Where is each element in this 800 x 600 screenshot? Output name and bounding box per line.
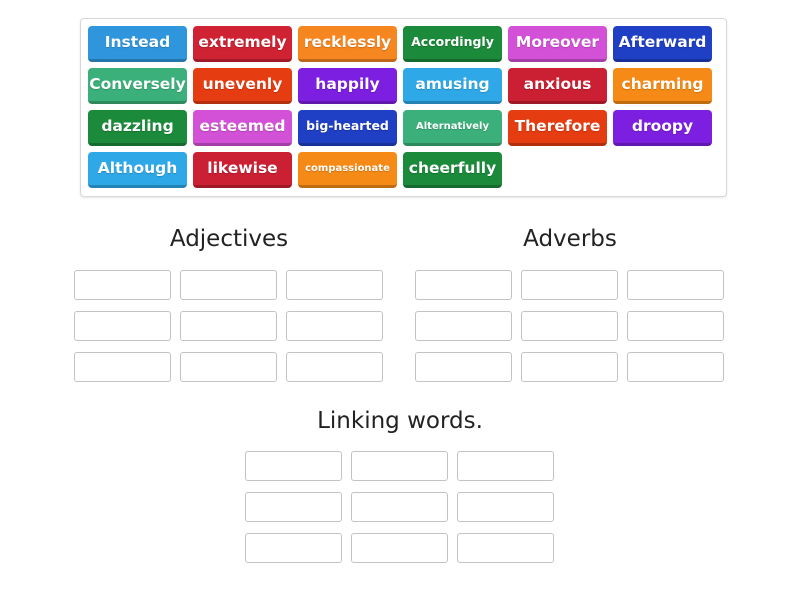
word-tile[interactable]: likewise bbox=[193, 152, 292, 188]
word-bank-row: Although likewise compassionate cheerful… bbox=[88, 152, 726, 194]
word-bank-row: Instead extremely recklessly Accordingly… bbox=[88, 26, 726, 68]
drop-zone[interactable] bbox=[74, 352, 171, 382]
drop-zone[interactable] bbox=[415, 352, 512, 382]
drop-zone[interactable] bbox=[245, 451, 342, 481]
drop-zone[interactable] bbox=[351, 451, 448, 481]
drop-zone[interactable] bbox=[286, 311, 383, 341]
drop-zone[interactable] bbox=[245, 533, 342, 563]
word-tile[interactable]: amusing bbox=[403, 68, 502, 104]
drop-zone[interactable] bbox=[521, 311, 618, 341]
word-tile[interactable]: unevenly bbox=[193, 68, 292, 104]
word-tile[interactable]: happily bbox=[298, 68, 397, 104]
word-tile[interactable]: recklessly bbox=[298, 26, 397, 62]
drop-zone[interactable] bbox=[286, 352, 383, 382]
word-tile[interactable]: Instead bbox=[88, 26, 187, 62]
drop-zone[interactable] bbox=[286, 270, 383, 300]
drop-zone-group-adjectives bbox=[74, 270, 383, 382]
word-tile[interactable]: extremely bbox=[193, 26, 292, 62]
category-title-adjectives: Adjectives bbox=[169, 226, 289, 252]
drop-zone[interactable] bbox=[351, 492, 448, 522]
drop-zone[interactable] bbox=[415, 311, 512, 341]
word-tile[interactable]: Therefore bbox=[508, 110, 607, 146]
category-title-linking-words: Linking words. bbox=[317, 408, 483, 434]
word-tile[interactable]: charming bbox=[613, 68, 712, 104]
drop-zone[interactable] bbox=[457, 492, 554, 522]
word-tile[interactable]: compassionate bbox=[298, 152, 397, 188]
word-tile[interactable]: Moreover bbox=[508, 26, 607, 62]
word-bank-container: Instead extremely recklessly Accordingly… bbox=[80, 18, 727, 197]
word-tile[interactable]: anxious bbox=[508, 68, 607, 104]
drop-zone[interactable] bbox=[521, 352, 618, 382]
word-bank-row: Conversely unevenly happily amusing anxi… bbox=[88, 68, 726, 110]
drop-zone[interactable] bbox=[180, 270, 277, 300]
drop-zone[interactable] bbox=[351, 533, 448, 563]
word-tile[interactable]: Although bbox=[88, 152, 187, 188]
word-tile[interactable]: droopy bbox=[613, 110, 712, 146]
drop-zone[interactable] bbox=[245, 492, 342, 522]
drop-zone[interactable] bbox=[415, 270, 512, 300]
drop-zone-group-adverbs bbox=[415, 270, 724, 382]
word-tile[interactable]: Alternatively bbox=[403, 110, 502, 146]
drop-zone[interactable] bbox=[74, 270, 171, 300]
drop-zone[interactable] bbox=[627, 311, 724, 341]
drop-zone[interactable] bbox=[457, 451, 554, 481]
drop-zone[interactable] bbox=[457, 533, 554, 563]
word-tile[interactable]: cheerfully bbox=[403, 152, 502, 188]
drop-zone[interactable] bbox=[74, 311, 171, 341]
word-bank-row: dazzling esteemed big-hearted Alternativ… bbox=[88, 110, 726, 152]
drop-zone[interactable] bbox=[521, 270, 618, 300]
word-tile[interactable]: Conversely bbox=[88, 68, 187, 104]
drop-zone[interactable] bbox=[180, 311, 277, 341]
drop-zone[interactable] bbox=[627, 352, 724, 382]
word-tile[interactable]: esteemed bbox=[193, 110, 292, 146]
word-tile[interactable]: Afterward bbox=[613, 26, 712, 62]
drop-zone[interactable] bbox=[180, 352, 277, 382]
drop-zone[interactable] bbox=[627, 270, 724, 300]
word-tile[interactable]: dazzling bbox=[88, 110, 187, 146]
category-title-adverbs: Adverbs bbox=[523, 226, 617, 252]
drop-zone-group-linking-words bbox=[245, 451, 554, 563]
word-tile[interactable]: big-hearted bbox=[298, 110, 397, 146]
word-tile[interactable]: Accordingly bbox=[403, 26, 502, 62]
